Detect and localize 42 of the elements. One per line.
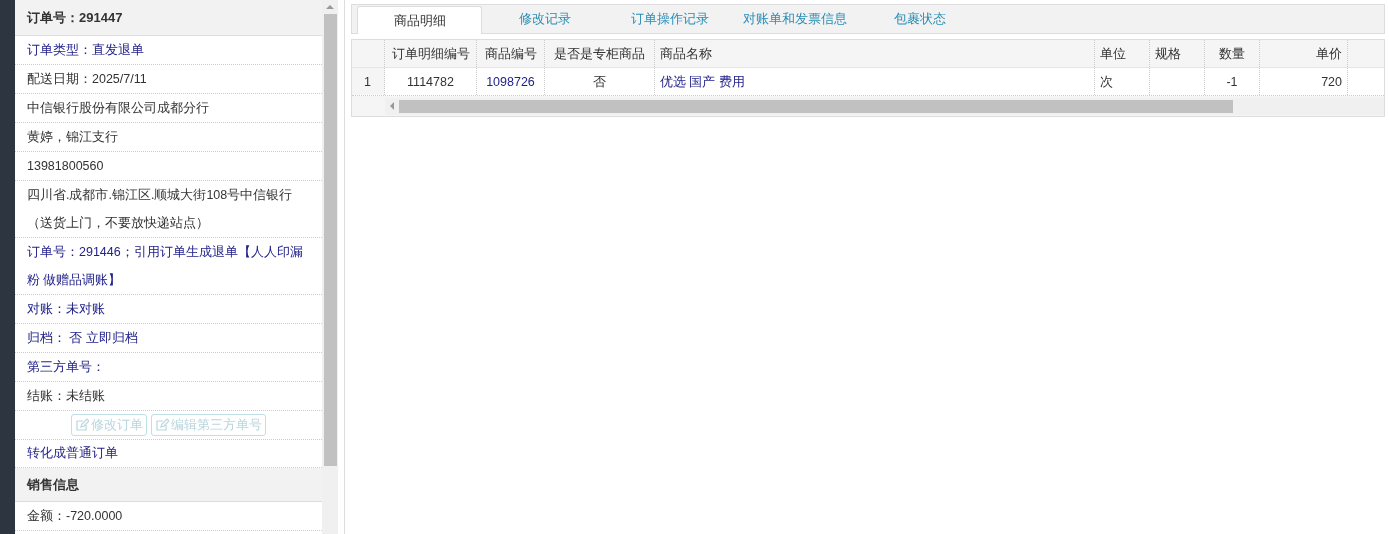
scrollbar-thumb[interactable] — [323, 14, 337, 466]
column-header: 数量 — [1205, 40, 1260, 67]
table-cell: 720 — [1260, 68, 1348, 95]
table-cell: 1098726 — [477, 68, 545, 95]
convert-order-link[interactable]: 转化成普通订单 — [27, 444, 118, 463]
info-link[interactable]: 订单类型：直发退单 — [27, 36, 310, 64]
pencil-icon — [155, 418, 169, 432]
tab[interactable]: 商品明细 — [357, 6, 482, 34]
info-text: 四川省.成都市.锦江区.顺城大街108号中信银行（送货上门，不要放快递站点） — [27, 187, 294, 232]
row-number: 1 — [352, 68, 385, 95]
column-header: 规格 — [1150, 40, 1205, 67]
info-text: 配送日期：2025/7/11 — [27, 71, 148, 88]
tab[interactable]: 对账单和发票信息 — [732, 5, 857, 33]
column-header: 单位 — [1095, 40, 1150, 67]
tab[interactable]: 订单操作记录 — [607, 5, 732, 33]
info-link[interactable]: 对账：未对账 — [27, 295, 310, 323]
column-header: 商品编号 — [477, 40, 545, 67]
sales-info-title: 销售信息 — [27, 475, 79, 494]
table-cell: 次 — [1095, 68, 1150, 95]
scrollbar-thumb[interactable] — [399, 99, 1233, 113]
info-text: 金额：-720.0000 — [27, 508, 124, 525]
scrollbar[interactable] — [322, 0, 338, 534]
info-link[interactable]: 订单号：291446；引用订单生成退单【人人印漏粉 做赠品调账】 — [27, 238, 310, 294]
pencil-icon — [75, 418, 89, 432]
info-text: 中信银行股份有限公司成都分行 — [27, 100, 210, 117]
tab[interactable]: 包裹状态 — [857, 5, 982, 33]
column-header: 商品名称 — [655, 40, 1095, 67]
table-cell: 优选 国产 费用 — [655, 68, 1095, 95]
horizontal-scrollbar[interactable] — [385, 97, 1384, 115]
order-number-title: 订单号：291447 — [27, 8, 123, 27]
info-link[interactable]: 第三方单号： — [27, 353, 310, 381]
tab[interactable]: 修改记录 — [482, 5, 607, 33]
table-cell: 1114782 — [385, 68, 477, 95]
table-cell: -1 — [1205, 68, 1260, 95]
info-text: 结账：未结账 — [27, 388, 106, 405]
column-header: 是否是专柜商品 — [545, 40, 655, 67]
info-text: 13981800560 — [27, 158, 105, 175]
table-cell: 否 — [545, 68, 655, 95]
info-link[interactable]: 归档： 否 立即归档 — [27, 324, 310, 352]
column-header: 单价 — [1260, 40, 1348, 67]
info-text: 黄婷，锦江支行 — [27, 129, 119, 146]
column-header: 订单明细编号 — [385, 40, 477, 67]
